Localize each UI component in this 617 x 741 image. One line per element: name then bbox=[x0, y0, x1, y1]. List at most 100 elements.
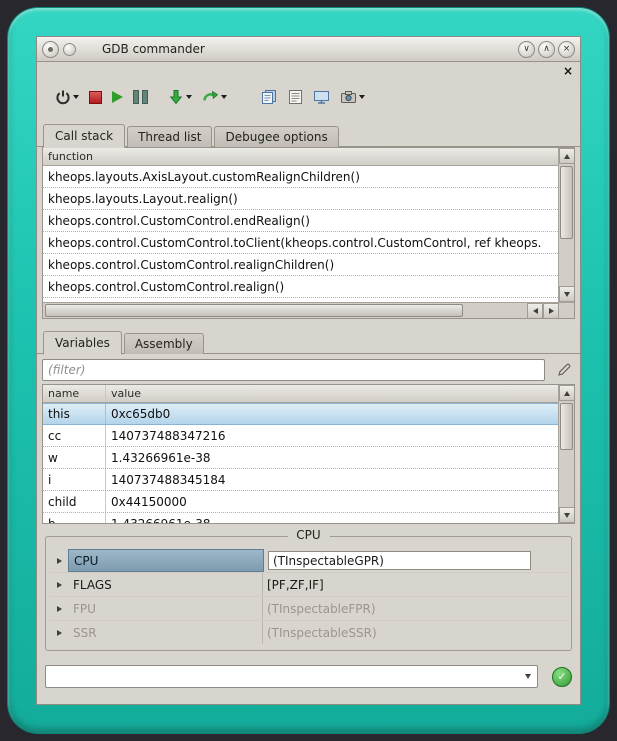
scrollbar-track[interactable] bbox=[43, 303, 527, 318]
callstack-row[interactable]: kheops.control.CustomControl.endRealign(… bbox=[43, 210, 558, 232]
frame-function: kheops.control.CustomControl.realignChil… bbox=[43, 258, 339, 272]
variable-row[interactable]: child 0x44150000 bbox=[43, 491, 558, 513]
run-button[interactable] bbox=[108, 84, 127, 110]
stop-button[interactable] bbox=[85, 84, 106, 110]
step-into-button[interactable] bbox=[164, 84, 196, 110]
titlebar[interactable]: GDB commander ∨ ∧ × bbox=[37, 37, 580, 62]
frame-function: kheops.layouts.AxisLayout.customRealignC… bbox=[43, 170, 365, 184]
column-function[interactable]: function bbox=[43, 150, 98, 163]
callstack-row[interactable]: kheops.layouts.Layout.realign() bbox=[43, 188, 558, 210]
dropdown-arrow-icon[interactable] bbox=[73, 95, 79, 99]
cpu-register-row[interactable]: SSR (TInspectableSSR) bbox=[50, 621, 567, 644]
register-group-name[interactable]: CPU bbox=[68, 549, 264, 572]
cpu-group-title: CPU bbox=[287, 528, 329, 542]
step-over-button[interactable] bbox=[198, 84, 231, 110]
shade-button[interactable]: ∨ bbox=[518, 41, 535, 58]
app-icon-glyph bbox=[48, 47, 53, 52]
scrollbar-track[interactable] bbox=[559, 401, 574, 507]
scrollbar-corner bbox=[559, 303, 574, 318]
scrollbar-handle[interactable] bbox=[45, 304, 463, 317]
register-group-name[interactable]: FPU bbox=[68, 597, 263, 620]
register-group-name[interactable]: SSR bbox=[68, 621, 263, 644]
gdb-commander-window: GDB commander ∨ ∧ × × bbox=[36, 36, 581, 705]
frame-function: kheops.control.CustomControl.endRealign(… bbox=[43, 214, 315, 228]
scroll-right-button[interactable] bbox=[543, 303, 559, 319]
command-row: ✓ bbox=[45, 665, 572, 688]
expand-arrow-icon[interactable] bbox=[50, 582, 68, 588]
target-button[interactable] bbox=[309, 84, 334, 110]
variables-table: name value this 0xc65db0 cc 140737488347… bbox=[43, 385, 558, 523]
list-icon bbox=[288, 89, 303, 105]
snapshot-button[interactable] bbox=[336, 84, 369, 110]
filter-input[interactable] bbox=[42, 359, 545, 381]
panel-close-button[interactable]: × bbox=[563, 65, 573, 77]
scroll-left-button[interactable] bbox=[527, 303, 543, 319]
scroll-down-button[interactable] bbox=[559, 286, 574, 302]
cpu-register-row[interactable]: FPU (TInspectableFPR) bbox=[50, 597, 567, 621]
dropdown-arrow-icon[interactable] bbox=[359, 95, 365, 99]
callstack-row[interactable]: kheops.layouts.AxisLayout.customRealignC… bbox=[43, 166, 558, 188]
tab-variables[interactable]: Variables bbox=[43, 331, 122, 355]
app-badge-icon bbox=[63, 43, 76, 56]
cpu-register-row[interactable]: CPU (TInspectableGPR) bbox=[50, 549, 567, 573]
variable-row-selected[interactable]: this 0xc65db0 bbox=[43, 403, 558, 425]
tab-thread-list[interactable]: Thread list bbox=[127, 126, 212, 147]
scroll-left-icon bbox=[533, 308, 538, 314]
callstack-horizontal-scrollbar[interactable] bbox=[43, 302, 574, 318]
scrollbar-handle[interactable] bbox=[560, 403, 573, 450]
command-combobox[interactable] bbox=[45, 665, 538, 688]
callstack-vertical-scrollbar[interactable] bbox=[558, 148, 574, 302]
scroll-down-icon bbox=[564, 513, 570, 518]
variable-row[interactable]: cc 140737488347216 bbox=[43, 425, 558, 447]
scrollbar-handle[interactable] bbox=[560, 166, 573, 239]
tab-debugee-options[interactable]: Debugee options bbox=[214, 126, 338, 147]
variable-row[interactable]: i 140737488345184 bbox=[43, 469, 558, 491]
variable-row[interactable]: w 1.43266961e-38 bbox=[43, 447, 558, 469]
scroll-up-button[interactable] bbox=[559, 148, 574, 164]
variable-name: i bbox=[43, 469, 106, 490]
chevron-down-icon: ∨ bbox=[523, 45, 530, 54]
callstack-row[interactable]: kheops.control.CustomControl.toClient(kh… bbox=[43, 232, 558, 254]
callstack-viewport: function kheops.layouts.AxisLayout.custo… bbox=[43, 148, 574, 302]
scroll-up-icon bbox=[564, 391, 570, 396]
cpu-register-row[interactable]: FLAGS [PF,ZF,IF] bbox=[50, 573, 567, 597]
scroll-down-button[interactable] bbox=[559, 507, 574, 523]
callstack-row[interactable]: kheops.control.CustomControl.realign() bbox=[43, 276, 558, 298]
tab-assembly[interactable]: Assembly bbox=[124, 333, 204, 354]
tab-call-stack[interactable]: Call stack bbox=[43, 124, 125, 148]
column-value[interactable]: value bbox=[106, 387, 146, 400]
app-icon[interactable] bbox=[42, 41, 59, 58]
screen-background: GDB commander ∨ ∧ × × bbox=[0, 0, 617, 741]
dropdown-arrow-icon[interactable] bbox=[221, 95, 227, 99]
variables-vertical-scrollbar[interactable] bbox=[558, 385, 574, 523]
sources-button[interactable] bbox=[257, 84, 282, 110]
dropdown-arrow-icon[interactable] bbox=[186, 95, 192, 99]
variable-row[interactable]: b 1.43266961e-38 bbox=[43, 513, 558, 523]
scrollbar-track[interactable] bbox=[559, 164, 574, 286]
callstack-row[interactable]: kheops.control.CustomControl.realignChil… bbox=[43, 254, 558, 276]
combobox-arrow-icon[interactable] bbox=[525, 674, 531, 679]
log-button[interactable] bbox=[284, 84, 307, 110]
curved-arrow-icon bbox=[202, 89, 219, 105]
apply-button[interactable]: ✓ bbox=[552, 667, 572, 687]
pause-button[interactable] bbox=[129, 84, 152, 110]
callstack-table: function kheops.layouts.AxisLayout.custo… bbox=[43, 148, 558, 302]
register-group-value: (TInspectableSSR) bbox=[263, 626, 567, 640]
register-value-editor[interactable]: (TInspectableGPR) bbox=[268, 551, 531, 570]
maximize-button[interactable]: ∧ bbox=[538, 41, 555, 58]
column-name[interactable]: name bbox=[43, 385, 106, 402]
power-button[interactable] bbox=[51, 84, 83, 110]
variable-value: 0xc65db0 bbox=[106, 407, 558, 421]
variables-header[interactable]: name value bbox=[43, 385, 558, 403]
expand-arrow-icon[interactable] bbox=[50, 558, 68, 564]
register-group-name[interactable]: FLAGS bbox=[68, 573, 263, 596]
filter-options-button[interactable] bbox=[553, 360, 575, 380]
variable-value: 140737488345184 bbox=[106, 473, 558, 487]
expand-arrow-icon[interactable] bbox=[50, 630, 68, 636]
variable-name: this bbox=[43, 404, 106, 424]
callstack-header[interactable]: function bbox=[43, 148, 558, 166]
frame-function: kheops.control.CustomControl.toClient(kh… bbox=[43, 236, 546, 250]
expand-arrow-icon[interactable] bbox=[50, 606, 68, 612]
scroll-up-button[interactable] bbox=[559, 385, 574, 401]
close-button[interactable]: × bbox=[558, 41, 575, 58]
